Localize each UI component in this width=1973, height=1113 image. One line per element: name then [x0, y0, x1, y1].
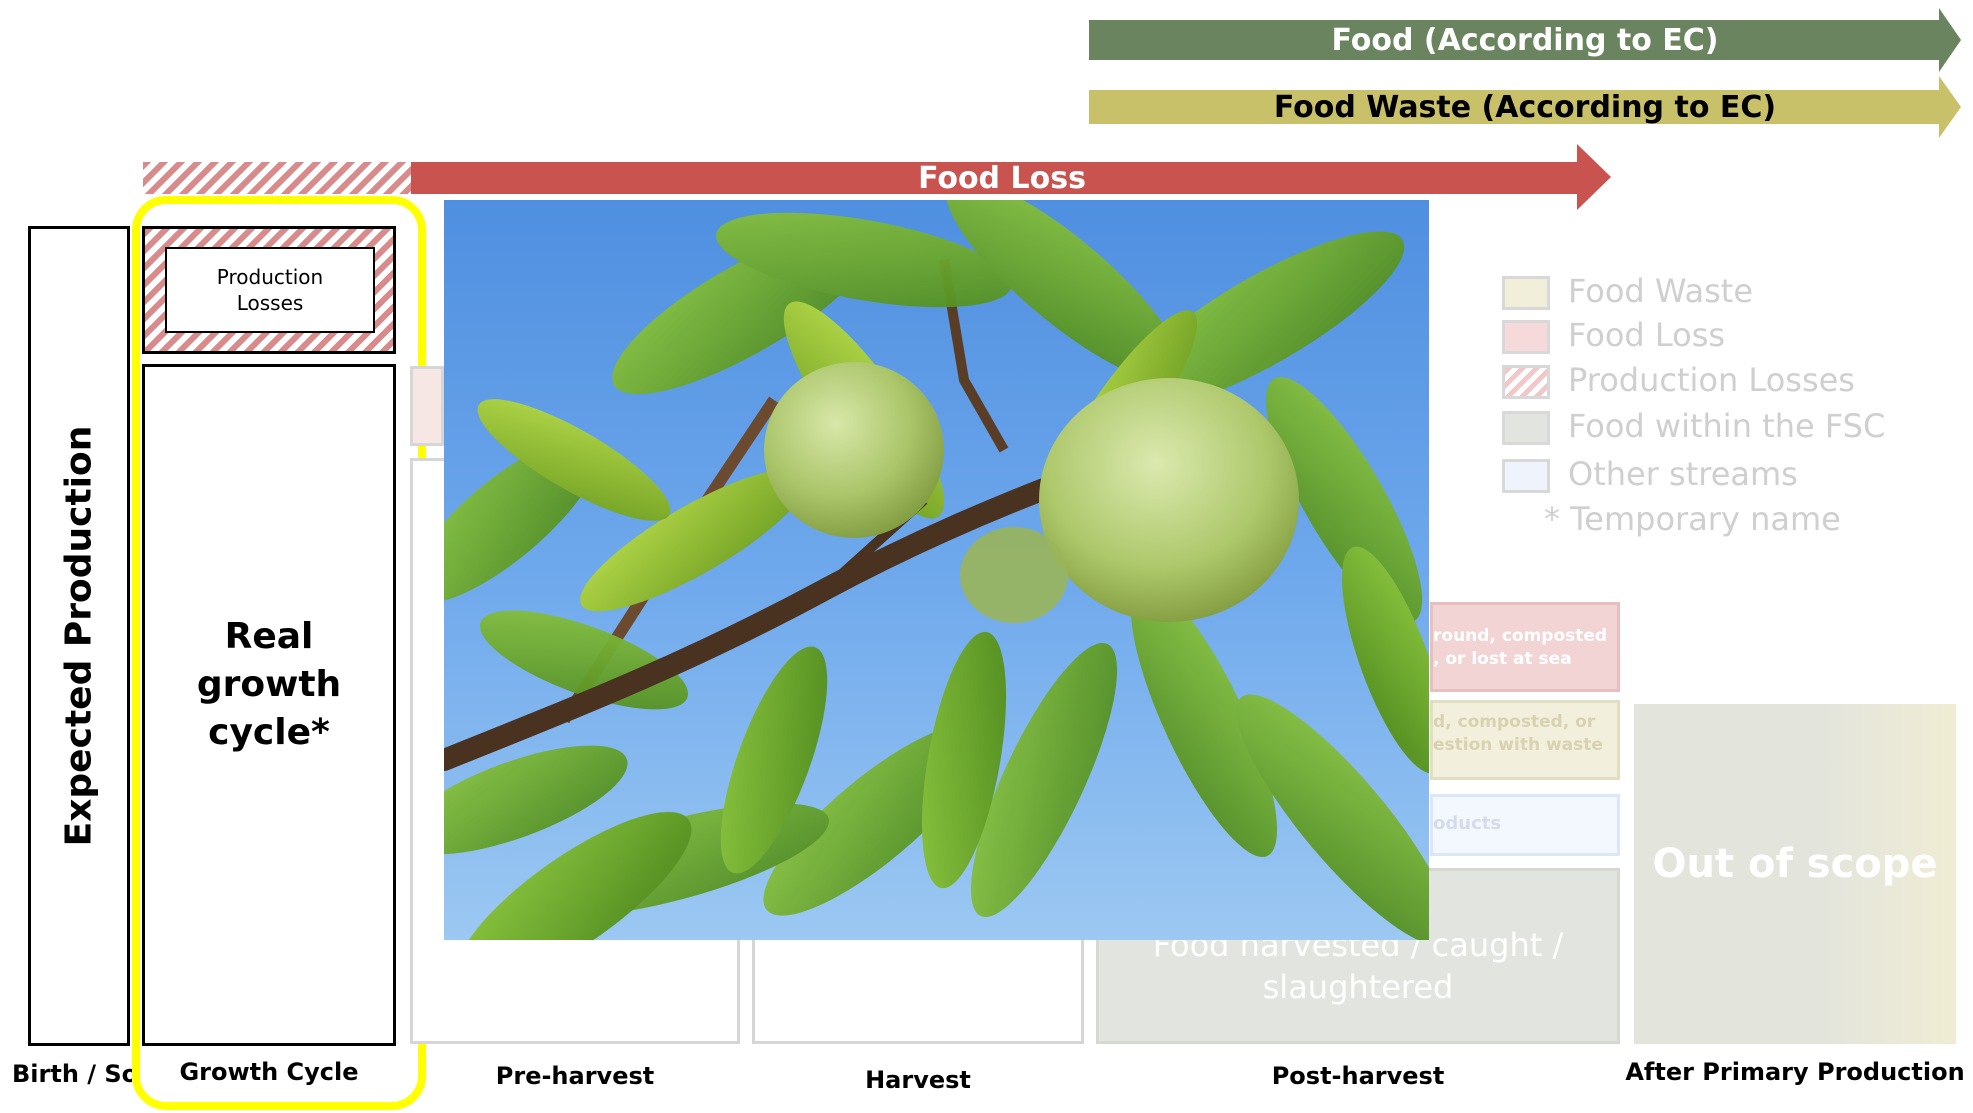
expected-production-label: Expected Production	[58, 425, 100, 847]
legend-label-other-streams: Other streams	[1568, 455, 1798, 493]
products-text: oducts	[1433, 813, 1502, 834]
products-box: oducts	[1430, 794, 1620, 856]
food-waste-ec-arrow: Food Waste (According to EC)	[1089, 76, 1961, 138]
legend-swatch-food-waste	[1502, 276, 1550, 310]
composted-or-text: d, composted, or estion with waste	[1433, 712, 1603, 755]
legend-label-food-waste: Food Waste	[1568, 272, 1754, 310]
legend-label-production-losses: Production Losses	[1568, 361, 1855, 399]
legend-swatch-production-losses	[1502, 365, 1550, 399]
food-ec-arrow: Food (According to EC)	[1089, 8, 1961, 72]
preharvest-top-box	[410, 366, 444, 446]
peach-photo	[444, 200, 1429, 940]
stage-label-birth: Birth / Sow	[12, 1060, 132, 1088]
stage-label-preharvest: Pre-harvest	[495, 1062, 655, 1090]
food-waste-ec-label: Food Waste (According to EC)	[1273, 89, 1777, 125]
stage-label-growth: Growth Cycle	[179, 1058, 359, 1086]
legend-label-food-fsc: Food within the FSC	[1568, 407, 1886, 445]
out-of-scope-box: Out of scope	[1634, 704, 1956, 1044]
harvest-box	[752, 930, 1084, 1044]
legend-swatch-food-loss	[1502, 320, 1550, 354]
stage-label-harvest: Harvest	[865, 1066, 971, 1094]
legend-swatch-other-streams	[1502, 459, 1550, 493]
ground-composted-box: round, composted , or lost at sea	[1430, 602, 1620, 692]
composted-or-box: d, composted, or estion with waste	[1430, 700, 1620, 780]
food-loss-hatch	[143, 162, 411, 194]
legend-label-food-loss: Food Loss	[1568, 316, 1726, 354]
legend: Food Waste Food Loss Production Losses F…	[1502, 272, 1962, 552]
ground-composted-text: round, composted , or lost at sea	[1433, 626, 1608, 669]
peach-branch-photo-icon	[444, 200, 1429, 940]
legend-note: * Temporary name	[1544, 500, 1841, 538]
food-loss-label: Food Loss	[918, 160, 1086, 196]
stage-label-after: After Primary Production	[1625, 1058, 1965, 1086]
stage-label-postharvest: Post-harvest	[1271, 1062, 1445, 1090]
growth-cycle-highlight	[132, 196, 426, 1110]
food-ec-label: Food (According to EC)	[1331, 22, 1719, 58]
legend-swatch-food-fsc	[1502, 411, 1550, 445]
expected-production-box: Expected Production	[28, 226, 130, 1046]
out-of-scope-text: Out of scope	[1652, 841, 1938, 887]
